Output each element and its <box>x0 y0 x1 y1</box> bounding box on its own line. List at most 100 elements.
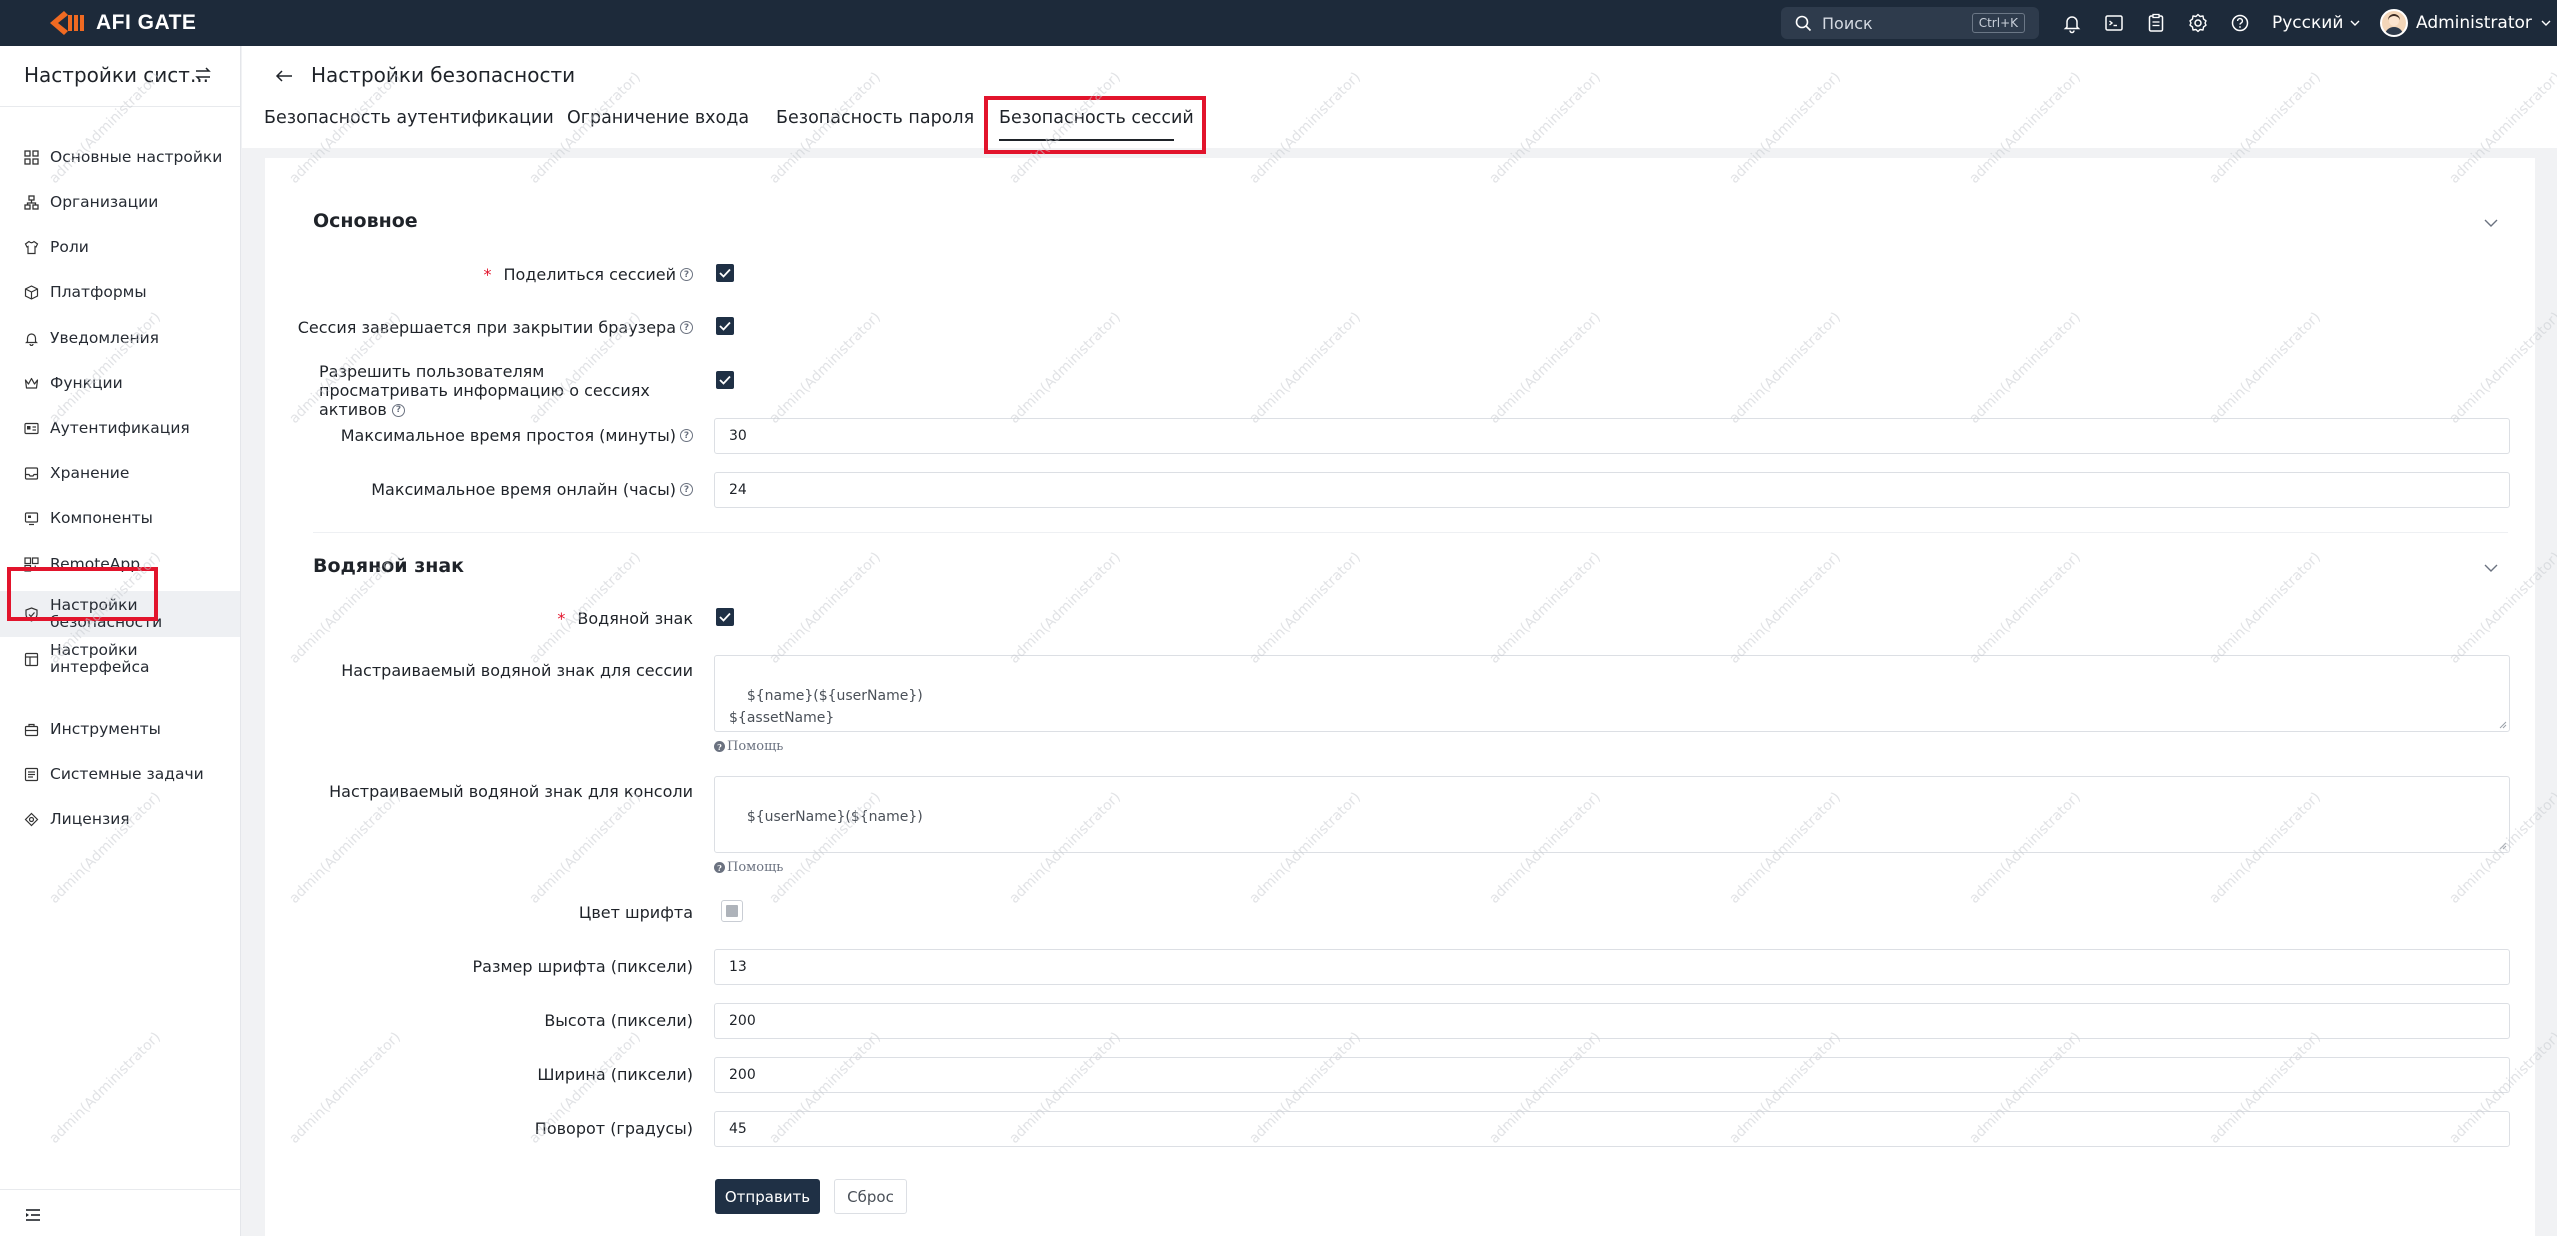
help-icon[interactable] <box>2229 12 2251 34</box>
sidebar-item-basic-settings[interactable]: Основные настройки <box>0 135 240 179</box>
search-shortcut: Ctrl+K <box>1971 13 2025 33</box>
font-size-input[interactable]: 13 <box>714 949 2510 985</box>
watermark-label: * Водяной знак <box>557 609 693 628</box>
width-label: Ширина (пиксели) <box>537 1065 693 1084</box>
sidebar-item-license[interactable]: Лицензия <box>0 797 240 841</box>
logo-icon <box>50 11 84 35</box>
search-icon <box>1795 15 1812 31</box>
user-menu[interactable]: Administrator <box>2380 0 2552 46</box>
logo[interactable]: AFI GATE <box>44 8 196 38</box>
session-watermark-textarea[interactable]: ${name}(${userName}) ${assetName} <box>714 655 2510 732</box>
apps-icon <box>24 556 39 572</box>
tab-auth-security[interactable]: Безопасность аутентификации <box>264 108 554 128</box>
question-icon[interactable]: ? <box>680 268 693 281</box>
resize-grip-icon[interactable] <box>2499 842 2507 850</box>
required-mark: * <box>483 265 492 284</box>
clipboard-icon[interactable] <box>2145 12 2167 34</box>
search-placeholder: Поиск <box>1822 13 1873 33</box>
sidebar-item-label: Инструменты <box>50 720 161 738</box>
sidebar-item-platforms[interactable]: Платформы <box>0 270 240 314</box>
chevron-down-icon[interactable] <box>2483 214 2499 233</box>
sidebar-item-notifications[interactable]: Уведомления <box>0 316 240 360</box>
badge-icon <box>24 812 39 826</box>
check-icon <box>719 268 731 278</box>
session-watermark-label: Настраиваемый водяной знак для сессии <box>341 661 693 680</box>
tab-login-restriction[interactable]: Ограничение входа <box>567 108 749 128</box>
resize-grip-icon[interactable] <box>2499 721 2507 729</box>
label-text: Размер шрифта (пиксели) <box>472 957 693 976</box>
max-idle-label: Максимальное время простоя (минуты) ? <box>341 426 693 445</box>
width-input[interactable]: 200 <box>714 1057 2510 1093</box>
sidebar-item-security[interactable]: Настройки безопасности <box>0 591 240 637</box>
color-swatch <box>726 905 738 917</box>
sidebar-item-authentication[interactable]: Аутентификация <box>0 406 240 450</box>
sidebar-item-label: Лицензия <box>50 810 130 828</box>
sidebar-item-organizations[interactable]: Организации <box>0 180 240 224</box>
rotation-input[interactable]: 45 <box>714 1111 2510 1147</box>
font-color-picker[interactable] <box>721 900 743 922</box>
console-watermark-label: Настраиваемый водяной знак для консоли <box>329 782 693 801</box>
monitor-icon <box>24 511 39 525</box>
label-text: Настраиваемый водяной знак для консоли <box>329 782 693 801</box>
question-icon: ? <box>714 862 725 873</box>
sidebar-item-system-tasks[interactable]: Системные задачи <box>0 752 240 796</box>
label-text: Разрешить пользователям просматривать ин… <box>319 362 650 419</box>
share-session-label: * Поделиться сессией ? <box>484 265 693 284</box>
share-session-checkbox[interactable] <box>716 264 734 282</box>
page-header: Настройки безопасности Безопасность ауте… <box>242 46 2557 148</box>
help-text: Помощь <box>727 860 784 875</box>
max-online-label: Максимальное время онлайн (часы) ? <box>371 480 693 499</box>
session-close-checkbox[interactable] <box>716 317 734 335</box>
list-icon <box>24 767 39 781</box>
max-online-input[interactable]: 24 <box>714 472 2510 508</box>
tab-session-security[interactable]: Безопасность сессий <box>999 108 1194 128</box>
required-mark: * <box>557 609 566 628</box>
textarea-value: ${name}(${userName}) ${assetName} <box>729 688 923 726</box>
sidebar-item-components[interactable]: Компоненты <box>0 496 240 540</box>
page-title: Настройки безопасности <box>311 63 576 87</box>
sidebar-item-interface[interactable]: Настройки интерфейса <box>0 636 240 682</box>
sidebar-item-remoteapp[interactable]: RemoteApp <box>0 542 240 586</box>
watermark-checkbox[interactable] <box>716 608 734 626</box>
terminal-icon[interactable] <box>2103 12 2125 34</box>
question-icon[interactable]: ? <box>391 404 405 417</box>
help-link[interactable]: ? Помощь <box>714 739 783 754</box>
chevron-down-icon[interactable] <box>2483 559 2499 578</box>
sidebar-item-label: Уведомления <box>50 329 159 347</box>
sidebar-title: Настройки сист... <box>24 63 210 87</box>
sidebar-item-storage[interactable]: Хранение <box>0 451 240 495</box>
height-input[interactable]: 200 <box>714 1003 2510 1039</box>
question-icon[interactable]: ? <box>680 483 693 496</box>
sidebar-item-label: RemoteApp <box>50 555 141 573</box>
label-text: Поделиться сессией <box>503 265 676 284</box>
search-box[interactable]: Поиск Ctrl+K <box>1781 7 2039 39</box>
language-select[interactable]: Русский <box>2272 0 2361 46</box>
submit-button[interactable]: Отправить <box>715 1179 820 1214</box>
question-icon: ? <box>714 741 725 752</box>
chevron-down-icon <box>2541 20 2551 26</box>
sidebar-item-tools[interactable]: Инструменты <box>0 707 240 751</box>
sidebar-item-label: Настройки безопасности <box>50 596 163 631</box>
allow-view-checkbox[interactable] <box>716 371 734 389</box>
back-arrow-icon[interactable] <box>274 68 294 88</box>
sidebar-item-label: Организации <box>50 193 159 211</box>
brand-name: AFI GATE <box>96 11 197 34</box>
max-idle-input[interactable]: 30 <box>714 418 2510 454</box>
check-icon <box>719 321 731 331</box>
help-link[interactable]: ? Помощь <box>714 860 783 875</box>
crown-icon <box>24 377 39 389</box>
console-watermark-textarea[interactable]: ${userName}(${name}) <box>714 776 2510 853</box>
question-icon[interactable]: ? <box>680 321 693 334</box>
avatar <box>2380 9 2408 37</box>
question-icon[interactable]: ? <box>680 429 693 442</box>
gear-icon[interactable] <box>2187 12 2209 34</box>
collapse-menu-icon[interactable] <box>24 1207 42 1227</box>
org-icon <box>24 194 39 210</box>
sidebar-item-roles[interactable]: Роли <box>0 225 240 269</box>
sidebar-item-features[interactable]: Функции <box>0 361 240 405</box>
rotation-label: Поворот (градусы) <box>535 1119 693 1138</box>
bell-icon[interactable] <box>2061 12 2083 34</box>
reset-button[interactable]: Сброс <box>834 1179 907 1214</box>
tab-password-security[interactable]: Безопасность пароля <box>776 108 974 128</box>
switch-icon[interactable] <box>194 66 212 86</box>
